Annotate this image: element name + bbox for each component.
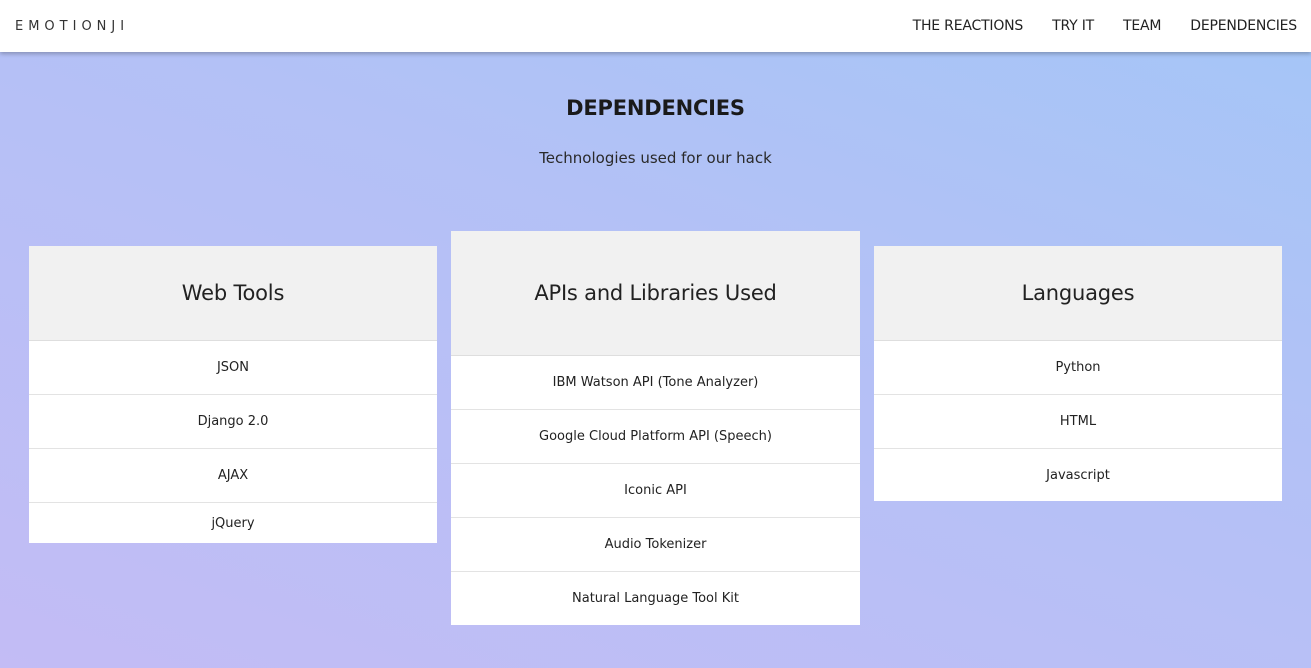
card-header: Web Tools: [29, 246, 437, 341]
nav-link-try-it[interactable]: TRY IT: [1052, 18, 1094, 34]
card-languages: Languages Python HTML Javascript: [874, 246, 1282, 501]
list-item: Python: [874, 341, 1282, 395]
list-item: Javascript: [1046, 467, 1110, 483]
list-item: Audio Tokenizer: [451, 518, 860, 572]
card-header: Languages: [874, 246, 1282, 341]
navbar: EMOTIONJI THE REACTIONS TRY IT TEAM DEPE…: [0, 0, 1311, 52]
list-item: Natural Language Tool Kit: [572, 591, 739, 606]
list-item: Google Cloud Platform API (Speech): [451, 410, 860, 464]
list-item: Django 2.0: [29, 395, 437, 449]
list-item: jQuery: [211, 515, 255, 531]
nav-link-team[interactable]: TEAM: [1123, 18, 1161, 34]
nav-link-the-reactions[interactable]: THE REACTIONS: [913, 18, 1024, 34]
section-title: DEPENDENCIES: [566, 96, 745, 120]
section-subtitle: Technologies used for our hack: [539, 149, 772, 167]
card-web-tools: Web Tools JSON Django 2.0 AJAX jQuery: [29, 246, 437, 543]
card-header: APIs and Libraries Used: [451, 231, 860, 356]
nav-links: THE REACTIONS TRY IT TEAM DEPENDENCIES: [884, 18, 1298, 34]
list-item: JSON: [29, 341, 437, 395]
list-item: HTML: [874, 395, 1282, 449]
nav-link-dependencies[interactable]: DEPENDENCIES: [1190, 18, 1297, 34]
brand-logo[interactable]: EMOTIONJI: [15, 19, 129, 34]
list-item: IBM Watson API (Tone Analyzer): [451, 356, 860, 410]
list-item: Iconic API: [451, 464, 860, 518]
card-apis-and-libraries: APIs and Libraries Used IBM Watson API (…: [451, 231, 860, 625]
list-item: AJAX: [29, 449, 437, 503]
